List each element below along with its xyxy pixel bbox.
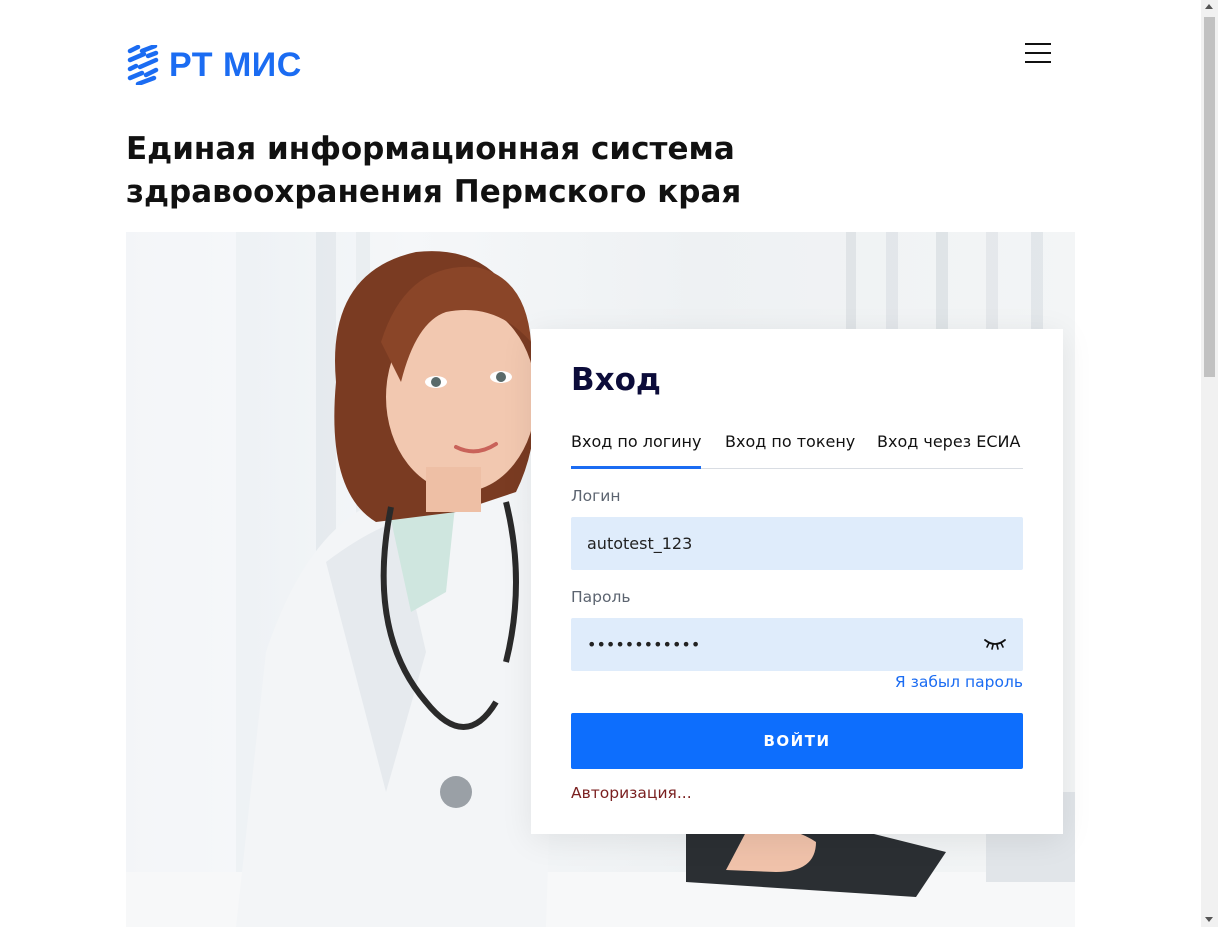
- logo-text: РТ МИС: [169, 46, 302, 84]
- logo-icon: [127, 45, 159, 85]
- password-field[interactable]: [571, 618, 1023, 671]
- login-field[interactable]: [571, 517, 1023, 570]
- scroll-up-icon[interactable]: [1205, 4, 1213, 9]
- password-label: Пароль: [571, 588, 631, 606]
- forgot-password-link[interactable]: Я забыл пароль: [895, 673, 1023, 691]
- page-title: Единая информационная система здравоохра…: [126, 131, 742, 210]
- scrollbar-thumb[interactable]: [1204, 17, 1215, 377]
- vertical-scrollbar[interactable]: [1201, 0, 1218, 927]
- hamburger-menu-icon[interactable]: [1025, 43, 1051, 65]
- login-card: Вход Вход по логину Вход по токену Вход …: [531, 329, 1063, 834]
- eye-closed-icon[interactable]: [983, 635, 1007, 653]
- login-tabs: Вход по логину Вход по токену Вход через…: [571, 429, 1023, 469]
- tab-login[interactable]: Вход по логину: [571, 429, 702, 469]
- auth-status-text: Авторизация...: [571, 784, 692, 802]
- login-input[interactable]: [587, 534, 1007, 553]
- scroll-down-icon[interactable]: [1205, 917, 1213, 922]
- tab-esia[interactable]: Вход через ЕСИА: [877, 429, 1020, 455]
- login-label: Логин: [571, 487, 621, 505]
- password-input[interactable]: [587, 635, 1007, 654]
- login-title: Вход: [571, 362, 661, 398]
- login-submit-button[interactable]: ВОЙТИ: [571, 713, 1023, 769]
- logo[interactable]: РТ МИС: [127, 45, 302, 85]
- tab-token[interactable]: Вход по токену: [725, 429, 855, 455]
